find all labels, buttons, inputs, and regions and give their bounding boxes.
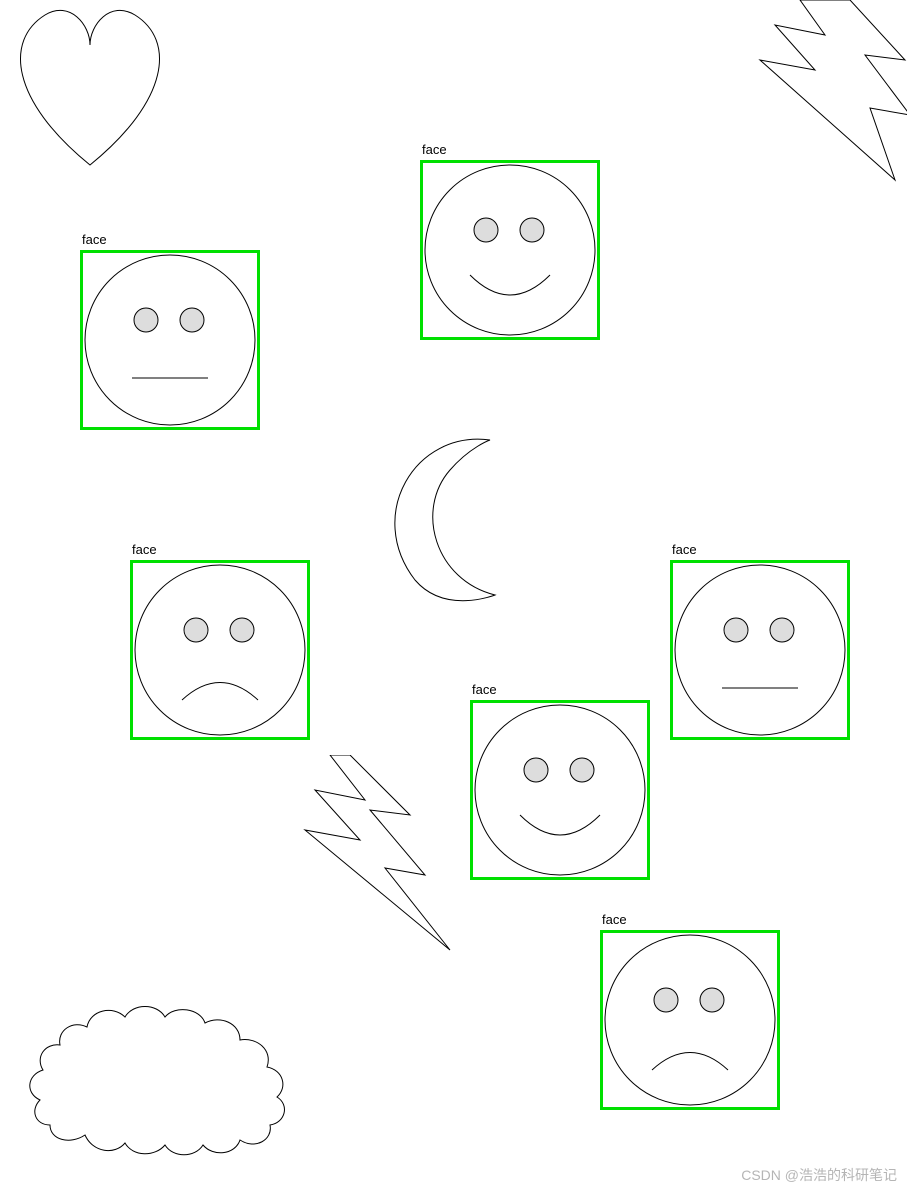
detection-label: face [82,232,107,247]
eye-icon [474,218,498,242]
eye-icon [180,308,204,332]
face-sad [600,930,780,1110]
mouth-smile [470,275,550,295]
eye-icon [654,988,678,1012]
lightning-icon [300,755,460,955]
eye-icon [770,618,794,642]
eye-icon [184,618,208,642]
lightning-icon [755,0,907,185]
face-neutral [80,250,260,430]
watermark-text: CSDN @浩浩的科研笔记 [741,1165,897,1185]
detection-label: face [602,912,627,927]
mouth-sad [182,683,258,701]
heart-icon [0,0,180,175]
mouth-sad [652,1053,728,1071]
eye-icon [724,618,748,642]
eye-icon [570,758,594,782]
diagram-canvas: face face face face face [0,0,907,1191]
mouth-smile [520,815,600,835]
detection-label: face [422,142,447,157]
detection-label: face [472,682,497,697]
face-neutral [670,560,850,740]
face-smile [420,160,600,340]
detection-label: face [132,542,157,557]
eye-icon [700,988,724,1012]
eye-icon [524,758,548,782]
detection-label: face [672,542,697,557]
cloud-icon [25,965,295,1165]
eye-icon [520,218,544,242]
face-sad [130,560,310,740]
moon-icon [375,425,505,605]
eye-icon [230,618,254,642]
eye-icon [134,308,158,332]
face-smile [470,700,650,880]
